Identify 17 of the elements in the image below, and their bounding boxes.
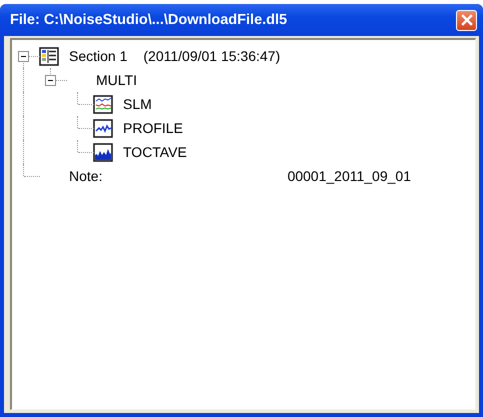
tree-item[interactable]: PROFILE [123, 120, 183, 136]
window-title: File: C:\NoiseStudio\...\DownloadFile.dl5 [10, 12, 288, 28]
tree-item[interactable]: Note: [69, 168, 102, 184]
list-icon [39, 46, 59, 66]
note-value: 00001_2011_09_01 [287, 168, 411, 184]
chart-icon [93, 94, 113, 114]
close-button[interactable] [456, 10, 477, 30]
area-chart-icon [93, 142, 113, 162]
close-icon [460, 13, 474, 27]
line-chart-icon [93, 118, 113, 138]
tree-item[interactable]: MULTI [96, 72, 137, 88]
collapse-toggle[interactable] [45, 74, 56, 86]
tree-item[interactable]: TOCTAVE [123, 144, 187, 160]
tree-item[interactable]: SLM [123, 96, 152, 112]
timestamp: (2011/09/01 15:36:47) [143, 48, 280, 64]
tree-item[interactable]: Section 1 [69, 48, 128, 64]
collapse-toggle[interactable] [18, 50, 29, 62]
